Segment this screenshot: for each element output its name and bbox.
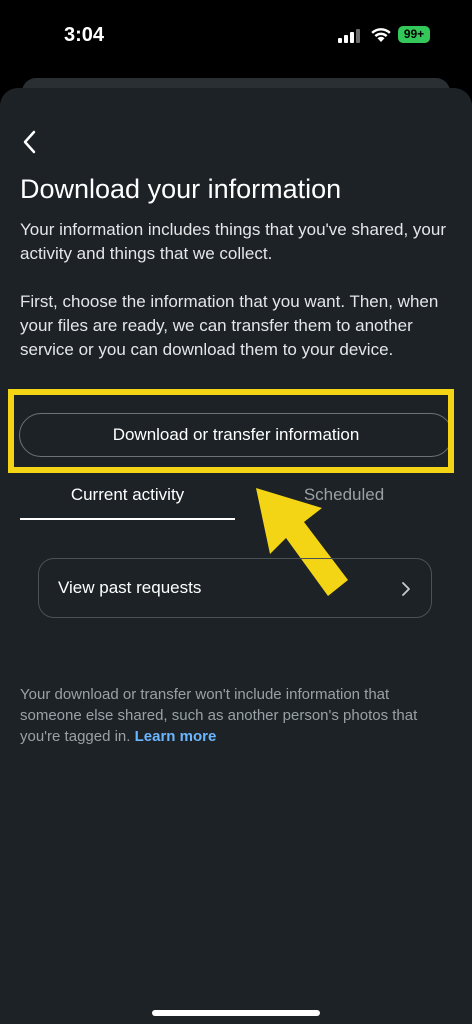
highlight-box [8,389,454,473]
view-past-requests-label: View past requests [58,578,202,597]
intro-text: Your information includes things that yo… [20,220,446,263]
view-past-requests-button[interactable]: View past requests [38,558,432,618]
instructions-text: First, choose the information that you w… [20,292,439,359]
home-indicator[interactable] [152,1010,320,1016]
footer-text: Your download or transfer won't include … [20,686,418,745]
signal-icon [338,29,360,43]
back-arrow-icon[interactable] [18,128,44,156]
learn-more-link[interactable]: Learn more [135,728,217,745]
wifi-icon [371,28,391,42]
status-time: 3:04 [64,24,105,46]
chevron-right-icon [402,582,410,596]
footer-note: Your download or transfer won't include … [20,684,452,747]
battery-icon: 99+ [398,26,430,43]
page-title: Download your information [20,174,342,204]
status-bar: 3:04 99+ [0,0,472,70]
tab-current-activity[interactable]: Current activity [20,484,235,520]
